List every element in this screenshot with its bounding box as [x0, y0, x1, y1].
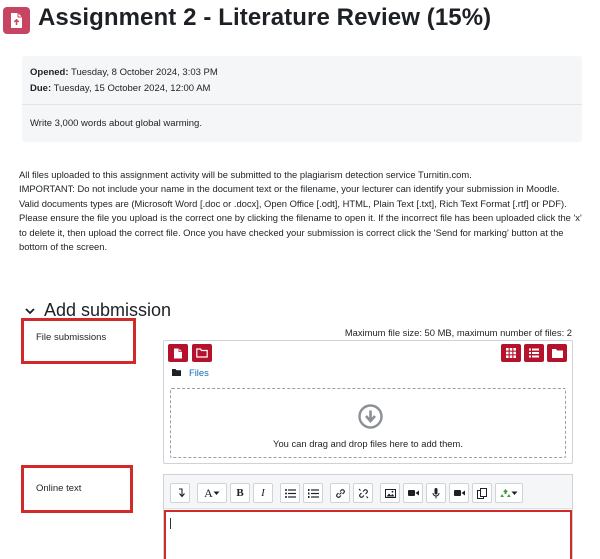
add-file-button[interactable]	[168, 344, 188, 362]
drop-zone-text: You can drag and drop files here to add …	[273, 438, 463, 449]
manage-files-icon	[476, 487, 487, 499]
tree-view-button[interactable]	[547, 344, 567, 362]
list-view-button[interactable]	[524, 344, 544, 362]
submission-instructions: All files uploaded to this assignment ac…	[19, 168, 583, 254]
instruction-line: All files uploaded to this assignment ac…	[19, 169, 472, 180]
files-link[interactable]: Files	[189, 367, 209, 378]
file-picker: Files You can drag and drop files here t…	[163, 340, 573, 464]
link-icon	[335, 488, 345, 498]
unlink-button[interactable]	[353, 483, 373, 503]
image-icon	[384, 488, 396, 498]
max-file-info: Maximum file size: 50 MB, maximum number…	[344, 327, 572, 338]
record-audio-icon	[432, 487, 440, 498]
italic-icon: I	[261, 487, 265, 499]
video-icon	[407, 490, 419, 496]
text-cursor	[170, 518, 171, 529]
page-header: Assignment 2 - Literature Review (15%)	[0, 0, 600, 44]
online-text-input[interactable]	[164, 510, 572, 559]
grid-icon	[506, 348, 516, 358]
ordered-list-icon	[307, 488, 319, 498]
caret-down-icon	[511, 491, 518, 495]
font-color-icon: A	[204, 485, 213, 500]
insert-media-button[interactable]	[403, 483, 423, 503]
list-icon	[529, 348, 539, 358]
chevron-down-icon	[24, 304, 36, 316]
highlight-box	[21, 465, 133, 513]
file-drop-zone[interactable]: You can drag and drop files here to add …	[170, 388, 566, 458]
bold-icon: B	[236, 487, 244, 499]
manage-files-button[interactable]	[472, 483, 492, 503]
files-breadcrumb: Files	[172, 367, 209, 378]
caret-down-icon	[213, 491, 220, 495]
record-video-button[interactable]	[449, 483, 469, 503]
instruction-line: IMPORTANT: Do not include your name in t…	[19, 183, 560, 195]
italic-button[interactable]: I	[253, 483, 273, 503]
due-date: Due: Tuesday, 15 October 2024, 12:00 AM	[30, 83, 211, 94]
collapse-toolbar-button[interactable]	[170, 483, 190, 503]
activity-dates-box: Opened: Tuesday, 8 October 2024, 3:03 PM…	[22, 56, 582, 142]
instruction-line: Please ensure the file you upload is the…	[19, 212, 582, 253]
unlink-icon	[358, 488, 368, 498]
assignment-upload-icon	[3, 7, 30, 34]
unordered-list-button[interactable]	[280, 483, 300, 503]
collapse-icon	[178, 488, 185, 498]
create-folder-button[interactable]	[192, 344, 212, 362]
link-button[interactable]	[330, 483, 350, 503]
accessibility-checker-button[interactable]	[495, 483, 523, 503]
insert-image-button[interactable]	[380, 483, 400, 503]
font-color-button[interactable]: A	[197, 483, 227, 503]
file-icon	[174, 348, 182, 358]
grid-view-button[interactable]	[501, 344, 521, 362]
folder-view-icon	[551, 348, 563, 358]
opened-date: Opened: Tuesday, 8 October 2024, 3:03 PM	[30, 67, 218, 78]
instruction-line: Valid documents types are (Microsoft Wor…	[19, 197, 567, 209]
highlight-box	[21, 318, 136, 364]
editor-toolbar: A B I	[164, 475, 572, 509]
divider	[22, 104, 582, 105]
folder-icon	[172, 369, 181, 376]
record-audio-button[interactable]	[426, 483, 446, 503]
page-title: Assignment 2 - Literature Review (15%)	[38, 4, 492, 31]
folder-icon	[196, 348, 208, 358]
unordered-list-icon	[284, 488, 296, 498]
assignment-description: Write 3,000 words about global warming.	[30, 118, 202, 129]
bold-button[interactable]: B	[230, 483, 250, 503]
online-text-editor: A B I	[163, 474, 573, 559]
record-video-icon	[453, 490, 465, 496]
ordered-list-button[interactable]	[303, 483, 323, 503]
accessibility-checker-icon	[500, 488, 511, 497]
download-arrow-icon	[358, 404, 383, 429]
